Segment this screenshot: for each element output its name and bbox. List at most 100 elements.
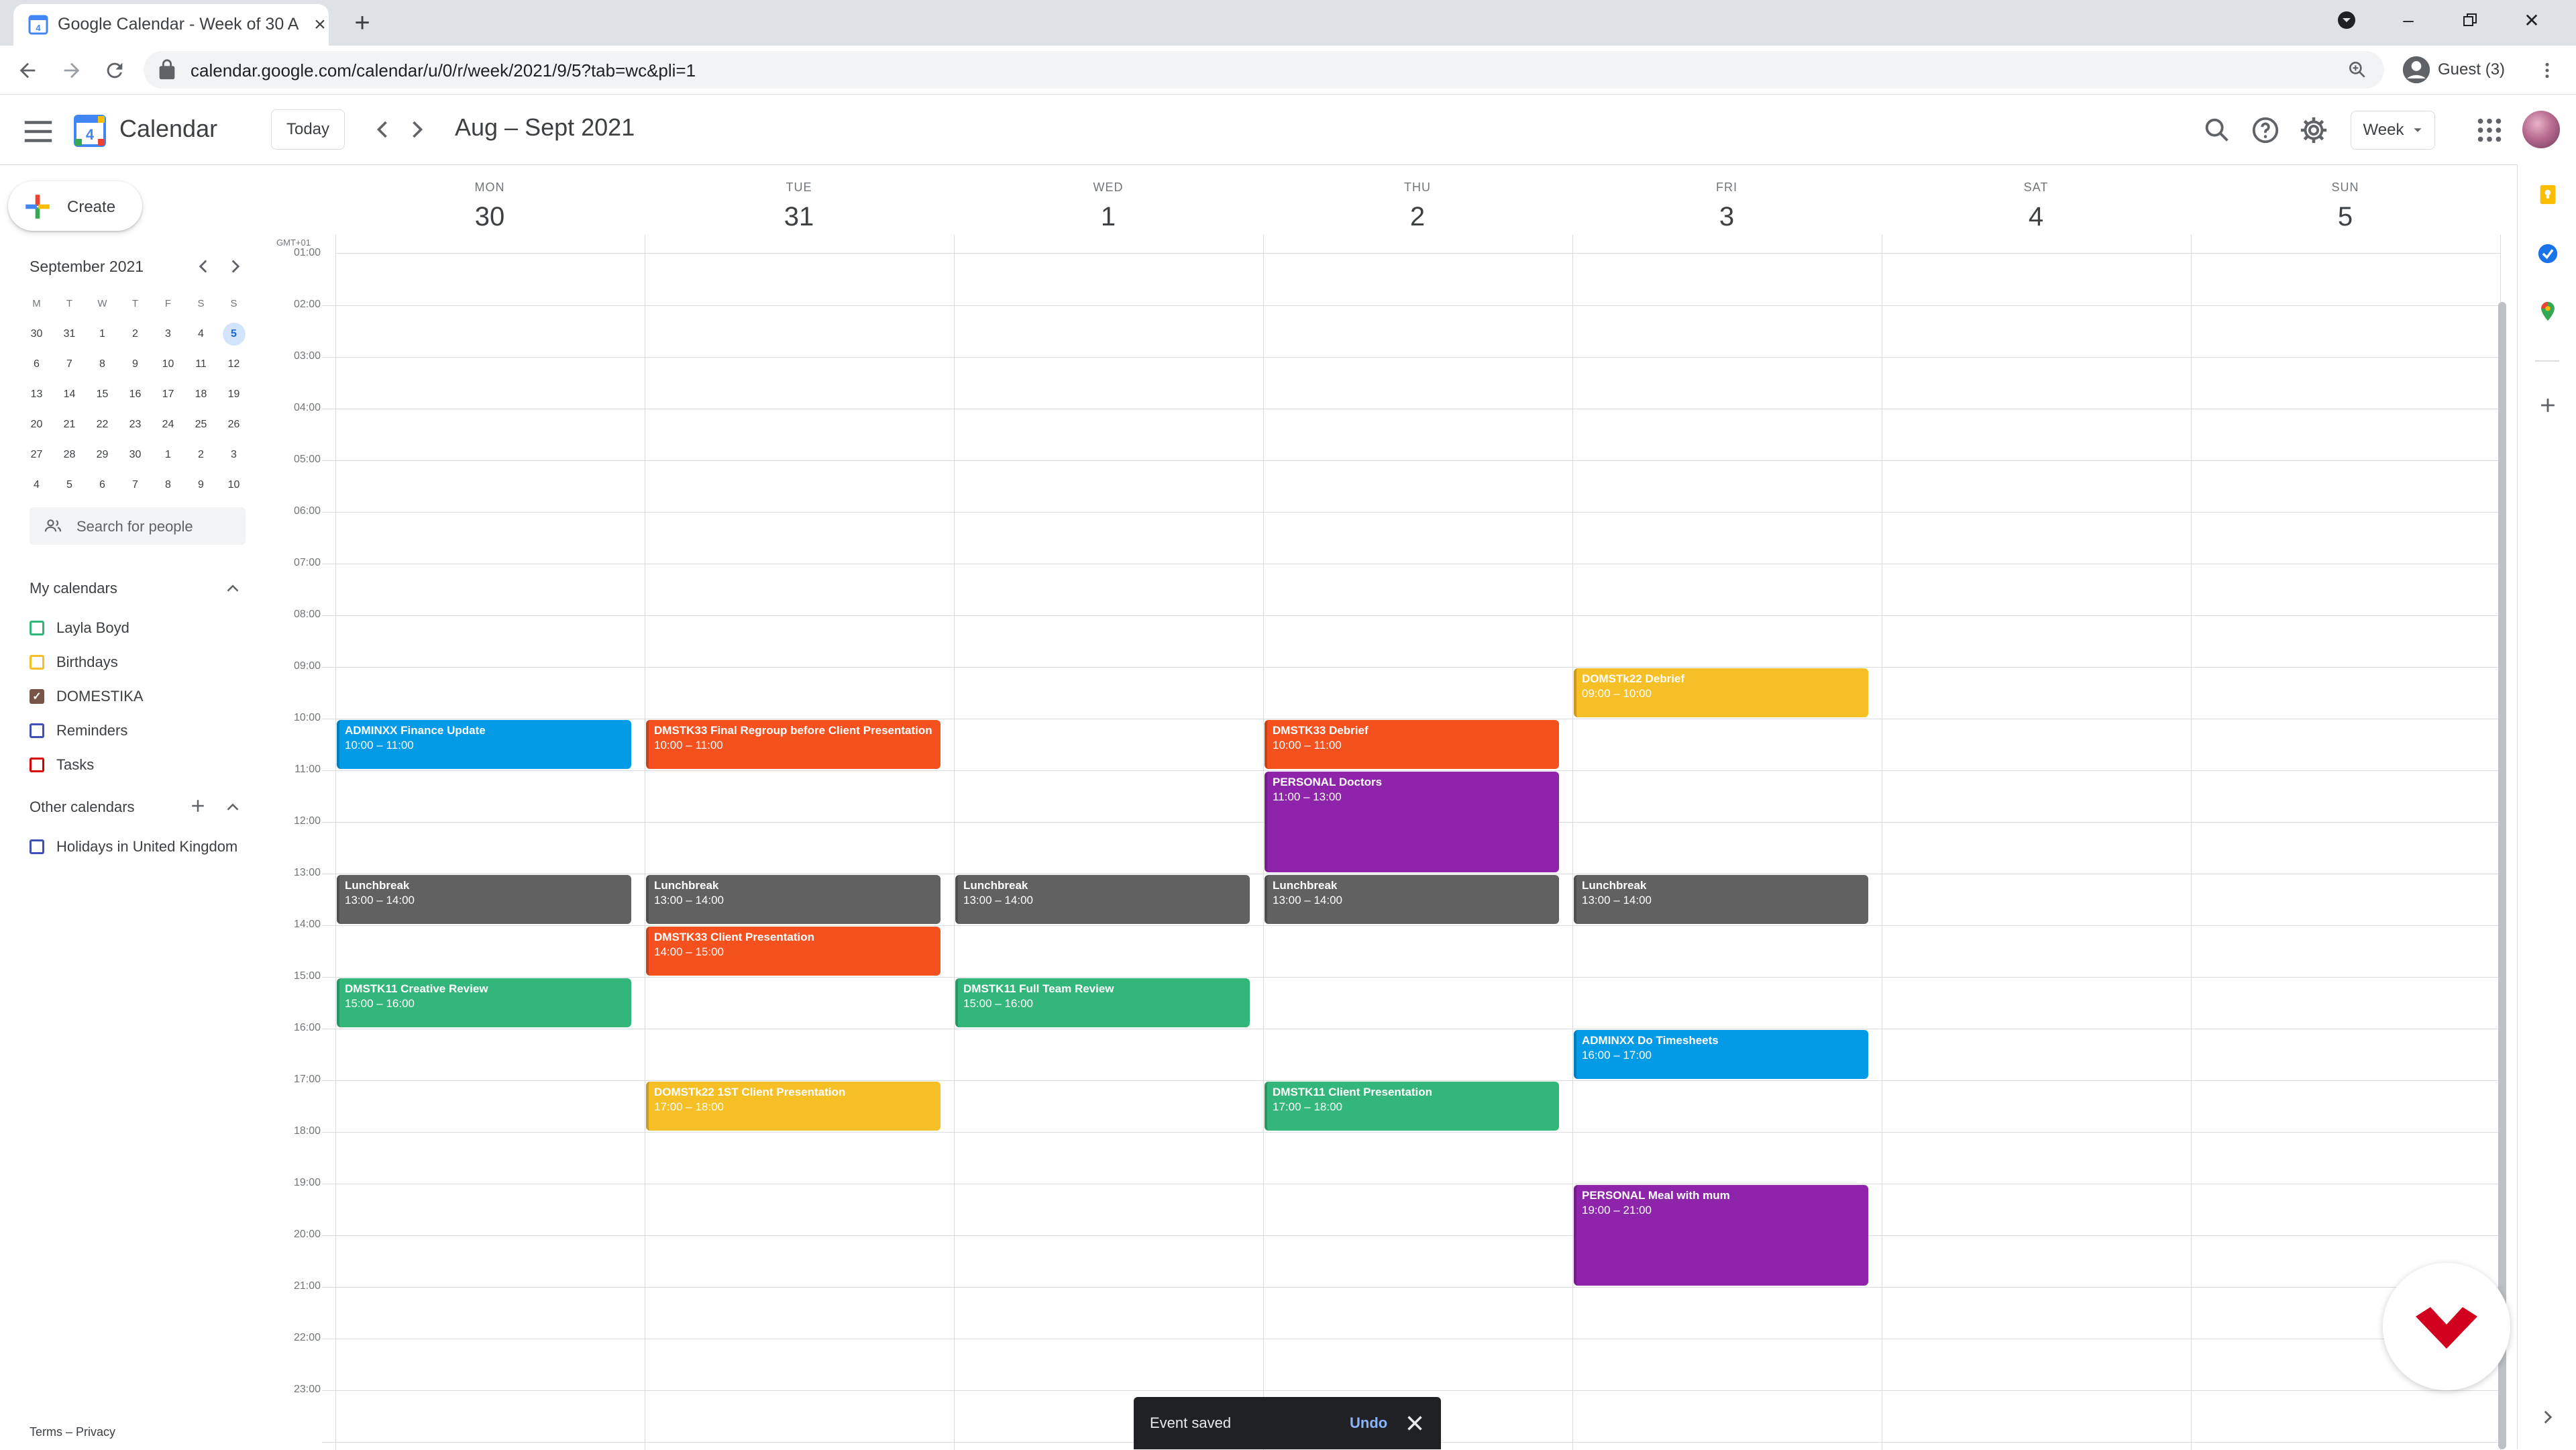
mini-day[interactable]: 3 <box>217 449 250 461</box>
mini-day[interactable]: 13 <box>20 389 53 401</box>
mini-day[interactable]: 10 <box>217 479 250 491</box>
day-number[interactable]: 2 <box>1263 202 1572 232</box>
help-icon[interactable] <box>2250 115 2281 146</box>
mini-day[interactable]: 15 <box>86 389 119 401</box>
chevron-right-icon[interactable] <box>402 115 432 144</box>
minimize-icon[interactable]: – <box>2377 0 2439 40</box>
mini-day[interactable]: 24 <box>152 419 184 431</box>
chevron-left-icon[interactable] <box>368 115 397 144</box>
calendar-event[interactable]: ADMINXX Do Timesheets 16:00 – 17:00 <box>1574 1030 1868 1079</box>
calendar-checkbox[interactable] <box>30 655 44 670</box>
mini-prev-month-icon[interactable] <box>192 255 215 278</box>
day-number[interactable]: 3 <box>1572 202 1881 232</box>
today-button[interactable]: Today <box>271 109 345 150</box>
mini-day[interactable]: 3 <box>152 328 184 340</box>
calendar-event[interactable]: Lunchbreak 13:00 – 14:00 <box>1265 875 1559 924</box>
mini-day[interactable]: 28 <box>53 449 86 461</box>
mini-day[interactable]: 22 <box>86 419 119 431</box>
mini-day[interactable]: 7 <box>53 358 86 370</box>
my-calendars-header[interactable]: My calendars <box>30 580 117 597</box>
mini-day[interactable]: 4 <box>184 328 217 340</box>
expand-panel-icon[interactable] <box>2536 1406 2559 1429</box>
close-icon[interactable] <box>1402 1410 1428 1436</box>
calendar-item[interactable]: ✓ DOMESTIKA <box>30 683 144 710</box>
mini-day[interactable]: 14 <box>53 389 86 401</box>
add-calendar-icon[interactable] <box>188 796 208 816</box>
mini-day[interactable]: 4 <box>20 479 53 491</box>
keep-icon[interactable] <box>2536 183 2559 206</box>
calendar-checkbox[interactable] <box>30 839 44 854</box>
calendar-event[interactable]: PERSONAL Doctors 11:00 – 13:00 <box>1265 772 1559 872</box>
close-tab-icon[interactable]: × <box>309 13 331 36</box>
calendar-event[interactable]: DMSTK11 Creative Review 15:00 – 16:00 <box>337 978 631 1027</box>
browser-tab[interactable]: 4 Google Calendar - Week of 30 A × <box>13 4 329 46</box>
mini-day[interactable]: 29 <box>86 449 119 461</box>
calendar-checkbox[interactable] <box>30 621 44 635</box>
collapse-my-calendars-icon[interactable] <box>223 578 243 599</box>
day-number[interactable]: 4 <box>1882 202 2190 232</box>
zoom-icon[interactable] <box>2347 59 2368 81</box>
calendar-event[interactable]: PERSONAL Meal with mum 19:00 – 21:00 <box>1574 1185 1868 1286</box>
calendar-item[interactable]: Layla Boyd <box>30 615 129 641</box>
day-number[interactable]: 31 <box>645 202 953 232</box>
calendar-event[interactable]: DMSTK11 Full Team Review 15:00 – 16:00 <box>955 978 1250 1027</box>
calendar-event[interactable]: DMSTK33 Debrief 10:00 – 11:00 <box>1265 720 1559 769</box>
calendar-item[interactable]: Reminders <box>30 717 127 744</box>
mini-day[interactable]: 2 <box>184 449 217 461</box>
back-arrow-icon[interactable] <box>16 59 39 82</box>
search-icon[interactable] <box>2202 115 2233 146</box>
guest-profile-button[interactable]: Guest (3) <box>2402 52 2505 87</box>
add-addon-icon[interactable] <box>2536 394 2559 417</box>
reload-icon[interactable] <box>103 59 126 82</box>
week-grid[interactable]: 01:00 02:00 03:00 04:00 05:00 06:00 07:00 08:00… <box>294 235 2501 1450</box>
mini-day[interactable]: 8 <box>152 479 184 491</box>
mini-day[interactable]: 5 <box>217 322 250 346</box>
mini-day[interactable]: 7 <box>119 479 152 491</box>
calendar-event[interactable]: DOMSTk22 Debrief 09:00 – 10:00 <box>1574 668 1868 717</box>
calendar-item[interactable]: Birthdays <box>30 649 118 676</box>
day-number[interactable]: 1 <box>954 202 1263 232</box>
calendar-event[interactable]: DMSTK33 Final Regroup before Client Pres… <box>646 720 941 769</box>
calendar-checkbox[interactable]: ✓ <box>30 689 44 704</box>
mini-day[interactable]: 17 <box>152 389 184 401</box>
collapse-other-calendars-icon[interactable] <box>223 797 243 817</box>
calendar-event[interactable]: Lunchbreak 13:00 – 14:00 <box>646 875 941 924</box>
calendar-event[interactable]: Lunchbreak 13:00 – 14:00 <box>337 875 631 924</box>
mini-day[interactable]: 30 <box>119 449 152 461</box>
mini-day[interactable]: 25 <box>184 419 217 431</box>
day-number[interactable]: 30 <box>335 202 644 232</box>
close-window-icon[interactable]: ✕ <box>2501 0 2563 40</box>
mini-day[interactable]: 19 <box>217 389 250 401</box>
main-menu-icon[interactable] <box>20 113 56 150</box>
mini-day[interactable]: 27 <box>20 449 53 461</box>
mini-next-month-icon[interactable] <box>224 255 247 278</box>
tasks-icon[interactable] <box>2536 242 2559 265</box>
mini-day[interactable]: 11 <box>184 358 217 370</box>
mini-day[interactable]: 16 <box>119 389 152 401</box>
mini-day[interactable]: 1 <box>86 328 119 340</box>
calendar-checkbox[interactable] <box>30 758 44 772</box>
address-bar[interactable]: calendar.google.com/calendar/u/0/r/week/… <box>144 51 2384 89</box>
create-button[interactable]: Create <box>8 181 142 231</box>
calendar-item[interactable]: Tasks <box>30 752 94 778</box>
calendar-checkbox[interactable] <box>30 723 44 738</box>
mini-day[interactable]: 21 <box>53 419 86 431</box>
calendar-event[interactable]: DMSTK33 Client Presentation 14:00 – 15:00 <box>646 927 941 976</box>
gear-icon[interactable] <box>2298 115 2329 146</box>
mini-day[interactable]: 20 <box>20 419 53 431</box>
other-calendars-header[interactable]: Other calendars <box>30 798 135 816</box>
view-selector[interactable]: Week <box>2351 111 2435 150</box>
forward-arrow-icon[interactable] <box>60 59 83 82</box>
mini-day[interactable]: 18 <box>184 389 217 401</box>
calendar-item[interactable]: Holidays in United Kingdom <box>30 833 237 860</box>
mini-day[interactable]: 6 <box>20 358 53 370</box>
user-avatar[interactable] <box>2522 111 2560 148</box>
calendar-event[interactable]: Lunchbreak 13:00 – 14:00 <box>1574 875 1868 924</box>
mini-day[interactable]: 31 <box>53 328 86 340</box>
mini-day[interactable]: 6 <box>86 479 119 491</box>
browser-menu-icon[interactable] <box>2537 60 2557 81</box>
mini-day[interactable]: 8 <box>86 358 119 370</box>
profile-dropdown-icon[interactable] <box>2316 0 2377 40</box>
mini-day[interactable]: 9 <box>119 358 152 370</box>
day-number[interactable]: 5 <box>2191 202 2500 232</box>
